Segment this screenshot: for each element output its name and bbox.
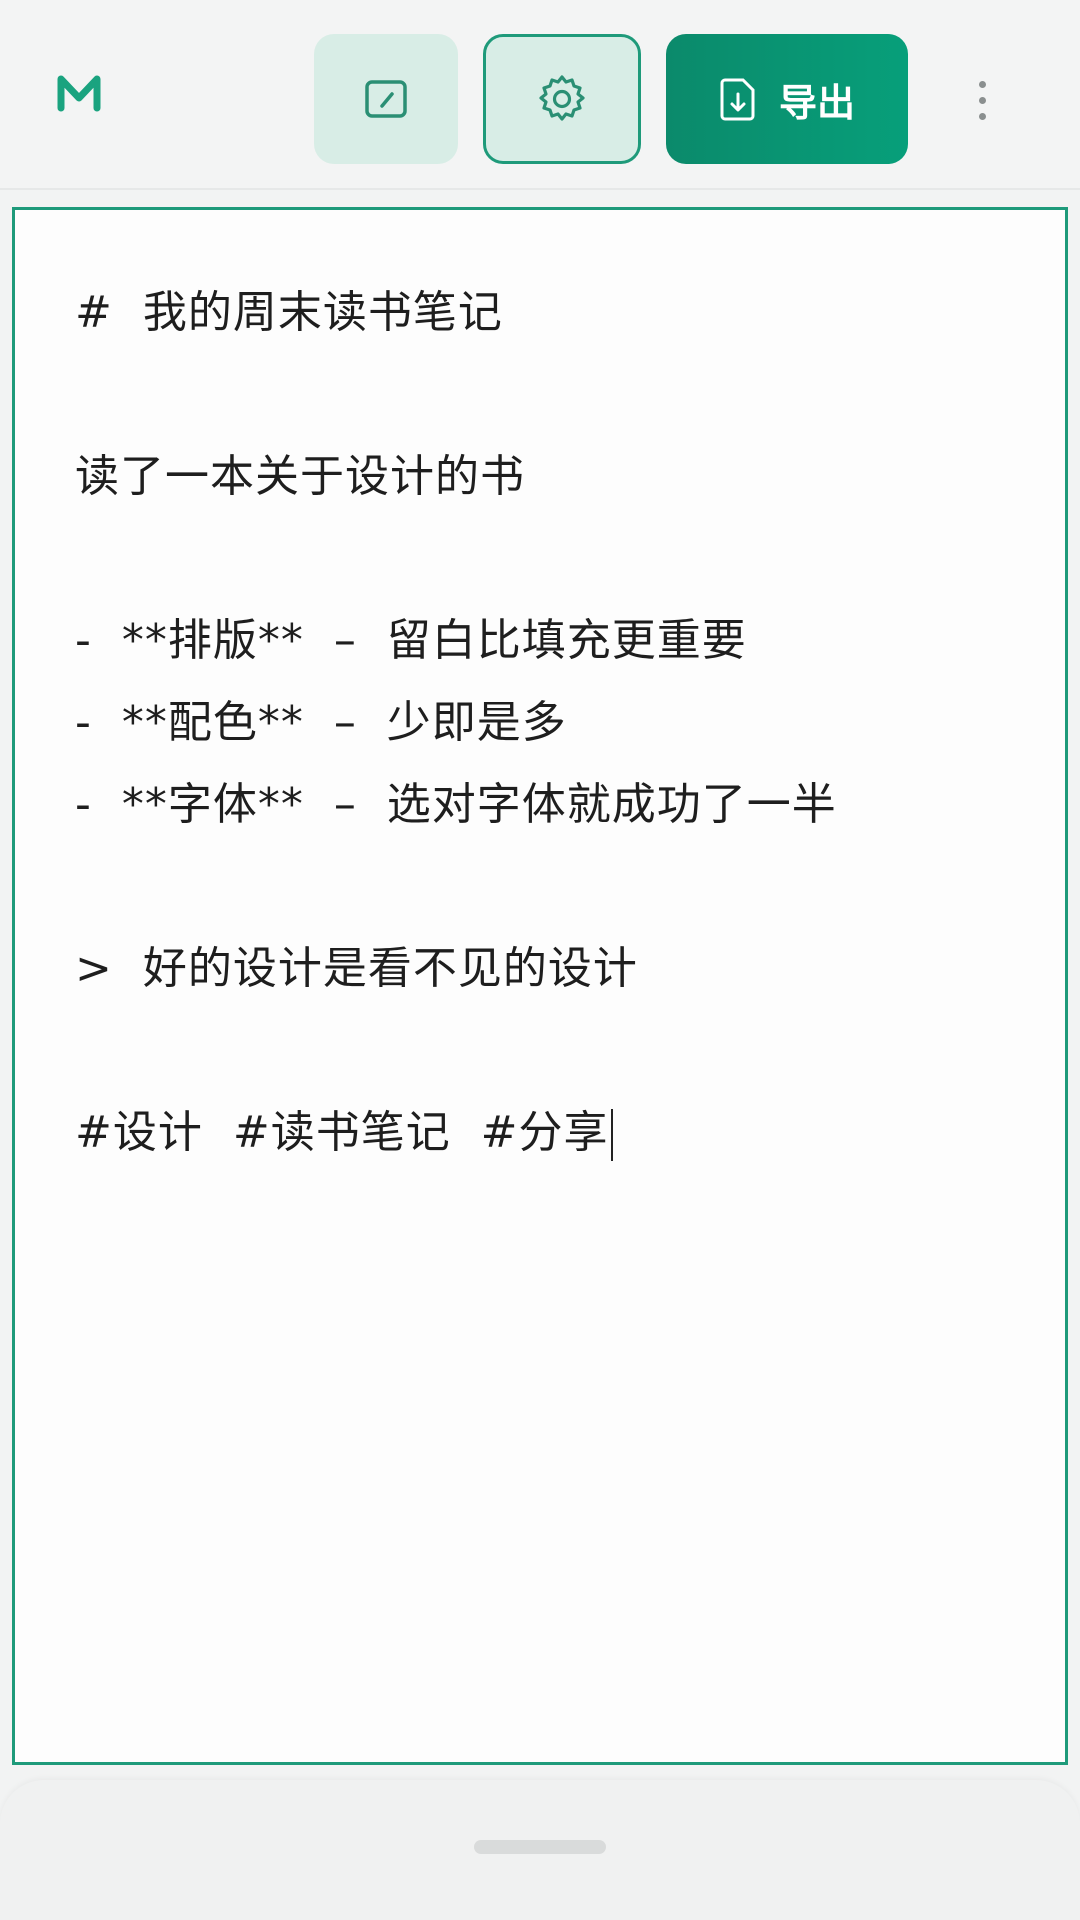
settings-button[interactable] bbox=[483, 34, 641, 164]
markdown-editor[interactable]: # 我的周末读书笔记 读了一本关于设计的书 - **排版** – 留白比填充更重… bbox=[12, 207, 1068, 1765]
editor-content[interactable]: # 我的周末读书笔记 读了一本关于设计的书 - **排版** – 留白比填充更重… bbox=[75, 272, 1035, 1174]
more-options-button[interactable] bbox=[960, 60, 1004, 140]
bottom-sheet[interactable] bbox=[0, 1780, 1080, 1920]
editor-line: > 好的设计是看不见的设计 bbox=[75, 943, 638, 994]
dot bbox=[978, 80, 986, 88]
gear-icon bbox=[539, 75, 585, 121]
dot bbox=[978, 96, 986, 104]
edit-square-icon bbox=[365, 80, 407, 118]
file-download-icon bbox=[720, 78, 755, 121]
editor-line: - **字体** – 选对字体就成功了一半 bbox=[75, 779, 837, 830]
text-cursor bbox=[610, 1109, 613, 1161]
export-label: 导出 bbox=[778, 80, 855, 125]
top-toolbar: 导出 bbox=[0, 0, 1080, 190]
app-logo-icon[interactable] bbox=[56, 70, 102, 116]
editor-line: # 我的周末读书笔记 bbox=[75, 287, 503, 338]
editor-line-text: #设计 #读书笔记 #分享 bbox=[75, 1107, 609, 1158]
drag-handle[interactable] bbox=[474, 1840, 606, 1854]
dot bbox=[978, 112, 986, 120]
editor-line: - **配色** – 少即是多 bbox=[75, 697, 567, 748]
editor-line: 读了一本关于设计的书 bbox=[75, 451, 525, 502]
editor-line-last: #设计 #读书笔记 #分享 bbox=[75, 1092, 1035, 1174]
export-button[interactable]: 导出 bbox=[666, 34, 908, 164]
editor-line: - **排版** – 留白比填充更重要 bbox=[75, 615, 747, 666]
preview-toggle-button[interactable] bbox=[314, 34, 458, 164]
